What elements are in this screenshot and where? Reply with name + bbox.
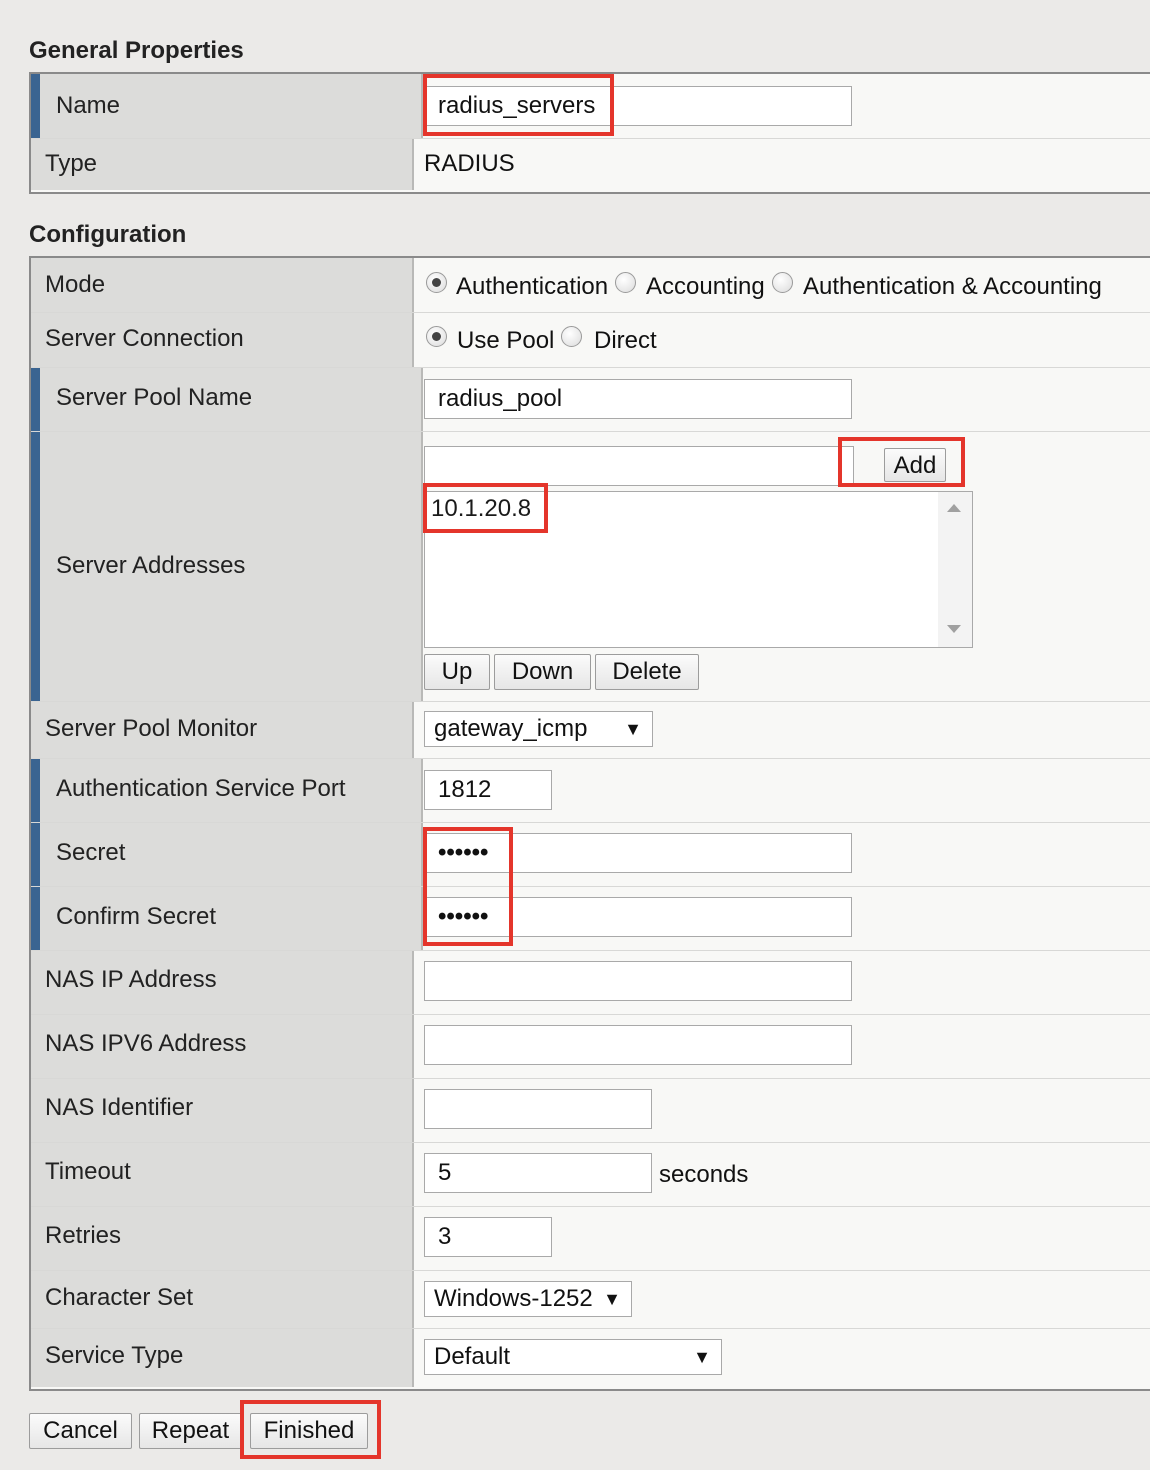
list-scrollbar[interactable] [938,492,972,647]
row-name: Name radius_servers [31,74,1150,139]
nas-ipv6-label: NAS IPV6 Address [45,1030,247,1057]
server-pool-monitor-select[interactable]: gateway_icmp ▼ [424,711,653,747]
row-confirm-secret: Confirm Secret •••••• [31,887,1150,951]
row-auth-service-port: Authentication Service Port 1812 [31,759,1150,823]
row-server-addresses: Server Addresses Add 10.1.20.8 Up Down D… [31,432,1150,702]
nas-identifier-input[interactable] [424,1089,652,1129]
retries-label: Retries [45,1222,122,1249]
mode-accounting-radio[interactable] [615,272,636,293]
triangle-down-icon: ▼ [624,719,642,739]
configuration-title: Configuration [29,221,187,248]
row-type: Type RADIUS [31,139,1150,190]
delete-button[interactable]: Delete [595,654,699,690]
server-address-input[interactable] [424,446,854,486]
name-label-cell: Name [31,74,423,138]
retries-input[interactable]: 3 [424,1217,552,1257]
row-nas-ipv6: NAS IPV6 Address [31,1015,1150,1079]
row-server-connection: Server Connection Use Pool Direct [31,313,1150,368]
triangle-down-icon: ▼ [603,1289,621,1309]
nas-identifier-label: NAS Identifier [45,1094,194,1121]
name-label: Name [56,92,121,119]
general-properties-title: General Properties [29,37,244,64]
mode-authentication-radio[interactable] [426,272,447,293]
server-connection-label: Server Connection [45,325,244,352]
triangle-down-icon: ▼ [693,1347,711,1367]
use-pool-radio[interactable] [426,326,447,347]
direct-label[interactable]: Direct [594,327,657,355]
use-pool-label[interactable]: Use Pool [457,327,554,355]
nas-ip-label: NAS IP Address [45,966,217,993]
row-service-type: Service Type Default ▼ [31,1329,1150,1387]
scroll-up-arrow-icon[interactable] [947,504,961,512]
finished-button[interactable]: Finished [250,1413,368,1449]
timeout-input[interactable]: 5 [424,1153,652,1193]
timeout-unit: seconds [659,1161,749,1188]
general-properties-table: Name radius_servers Type RADIUS [29,72,1150,194]
type-label: Type [45,150,98,177]
mode-auth-accounting-label[interactable]: Authentication & Accounting [803,273,1102,301]
nas-ipv6-input[interactable] [424,1025,852,1065]
mode-accounting-label[interactable]: Accounting [646,273,765,301]
scroll-down-arrow-icon[interactable] [947,625,961,633]
row-nas-identifier: NAS Identifier [31,1079,1150,1143]
service-type-value: Default [434,1343,511,1370]
server-pool-name-label: Server Pool Name [56,384,253,411]
name-input[interactable]: radius_servers [424,86,852,126]
server-address-list[interactable]: 10.1.20.8 [424,491,973,648]
nas-ip-input[interactable] [424,961,852,1001]
server-pool-monitor-value: gateway_icmp [434,715,588,742]
row-secret: Secret •••••• [31,823,1150,887]
row-character-set: Character Set Windows-1252 ▼ [31,1271,1150,1329]
mode-label: Mode [45,271,106,298]
configuration-table: Mode Authentication Accounting Authentic… [29,256,1150,1391]
cancel-button[interactable]: Cancel [29,1413,132,1449]
confirm-secret-input[interactable]: •••••• [424,897,852,937]
repeat-button[interactable]: Repeat [139,1413,242,1449]
auth-service-port-input[interactable]: 1812 [424,770,552,810]
secret-input[interactable]: •••••• [424,833,852,873]
down-button[interactable]: Down [494,654,591,690]
server-address-item[interactable]: 10.1.20.8 [431,494,531,524]
direct-radio[interactable] [561,326,582,347]
character-set-select[interactable]: Windows-1252 ▼ [424,1281,632,1317]
service-type-select[interactable]: Default ▼ [424,1339,722,1375]
row-nas-ip: NAS IP Address [31,951,1150,1015]
service-type-label: Service Type [45,1342,184,1369]
add-button[interactable]: Add [884,448,946,482]
mode-auth-accounting-radio[interactable] [772,272,793,293]
up-button[interactable]: Up [424,654,490,690]
timeout-label: Timeout [45,1158,131,1185]
row-server-pool-monitor: Server Pool Monitor gateway_icmp ▼ [31,702,1150,759]
server-pool-monitor-label: Server Pool Monitor [45,715,258,742]
row-mode: Mode Authentication Accounting Authentic… [31,258,1150,313]
secret-label: Secret [56,839,126,866]
row-server-pool-name: Server Pool Name radius_pool [31,368,1150,432]
character-set-label: Character Set [45,1284,194,1311]
row-timeout: Timeout 5 seconds [31,1143,1150,1207]
mode-authentication-label[interactable]: Authentication [456,273,608,301]
type-value: RADIUS [424,150,515,177]
confirm-secret-label: Confirm Secret [56,903,217,930]
row-retries: Retries 3 [31,1207,1150,1271]
auth-service-port-label: Authentication Service Port [56,775,346,802]
server-pool-name-input[interactable]: radius_pool [424,379,852,419]
character-set-value: Windows-1252 [434,1285,593,1312]
server-addresses-label: Server Addresses [56,552,246,579]
